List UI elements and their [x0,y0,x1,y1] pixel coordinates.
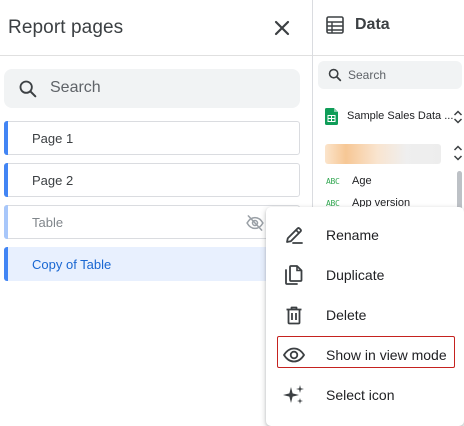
menu-item-show-in-view-mode[interactable]: Show in view mode [266,335,464,375]
search-icon [19,80,37,98]
search-icon [328,68,342,82]
chevron-up-down-icon [453,110,463,124]
data-source-selector[interactable]: Sample Sales Data ... [321,104,464,130]
chevron-up-down-icon [453,145,463,161]
close-button[interactable] [268,14,296,42]
page-item-label: Copy of Table [32,257,112,272]
page-item-accent [4,121,8,155]
sparkle-icon [283,385,304,404]
page-item-accent [4,163,8,197]
page-item-accent [4,205,8,239]
eye-off-icon[interactable] [245,213,265,233]
google-sheets-icon [325,108,338,125]
page-item-label: Table [32,215,64,230]
close-icon [274,20,290,36]
redacted-dropdown[interactable] [321,142,464,166]
menu-item-rename[interactable]: Rename [266,215,464,255]
page-item-table[interactable]: Table [4,205,300,239]
pages-search-input[interactable] [50,77,280,99]
field-item-age[interactable]: ABC Age [321,172,451,192]
menu-item-select-icon[interactable]: Select icon [266,375,464,415]
page-item-label: Page 1 [32,131,74,146]
menu-item-label: Show in view mode [326,347,447,363]
page-item-label: Page 2 [32,173,74,188]
page-item-page-1[interactable]: Page 1 [4,121,300,155]
copy-icon [285,265,303,285]
data-search[interactable] [318,61,462,89]
data-table-icon [326,16,344,34]
menu-item-label: Rename [326,227,379,243]
field-name: Age [352,175,372,187]
data-panel-header: Data [313,0,464,56]
menu-item-label: Delete [326,307,367,323]
data-source-name: Sample Sales Data ... [347,110,454,122]
data-search-input[interactable] [348,67,456,83]
text-type-icon: ABC [326,177,340,186]
eye-icon [282,347,306,363]
redacted-content [325,144,441,164]
page-context-menu: Rename Duplicate Delete Show in view mod… [266,207,464,426]
page-item-accent [4,247,8,281]
menu-item-duplicate[interactable]: Duplicate [266,255,464,295]
page-item-copy-of-table[interactable]: Copy of Table [4,247,300,281]
report-pages-header: Report pages [0,0,312,56]
menu-item-label: Select icon [326,387,395,403]
page-item-page-2[interactable]: Page 2 [4,163,300,197]
menu-item-label: Duplicate [326,267,385,283]
trash-icon [286,306,302,325]
pencil-icon [286,227,303,244]
data-panel-title: Data [355,16,390,33]
menu-item-delete[interactable]: Delete [266,295,464,335]
pages-search[interactable] [4,69,300,108]
panel-title: Report pages [8,17,124,38]
